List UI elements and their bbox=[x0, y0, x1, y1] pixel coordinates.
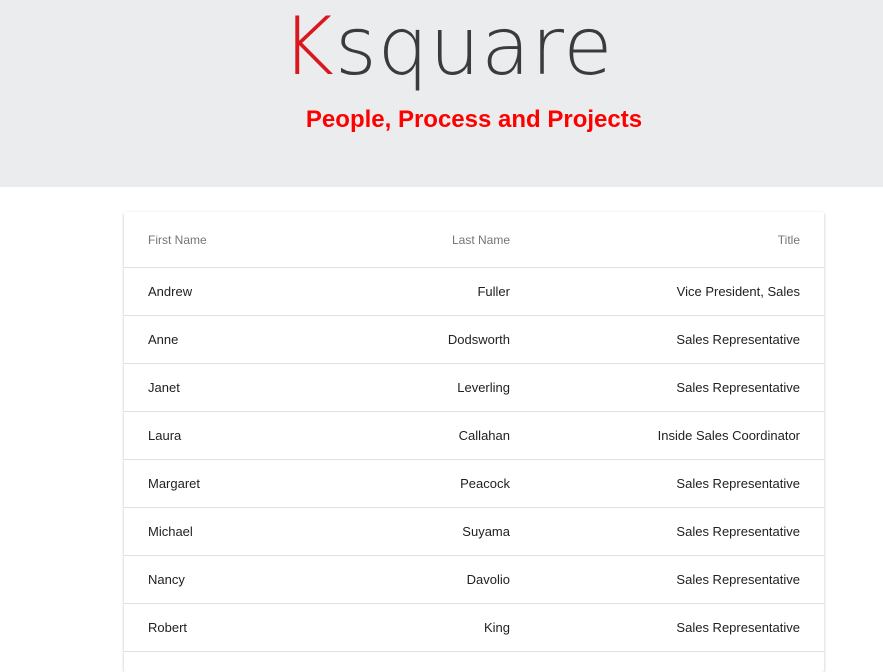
logo-wordmark: square bbox=[334, 0, 614, 93]
table-row[interactable]: Margaret Peacock Sales Representative bbox=[124, 459, 824, 508]
ksquare-logo: Ksquare bbox=[0, 2, 883, 92]
cell-last-name: Dodsworth bbox=[348, 315, 510, 364]
cell-last-name: King bbox=[348, 603, 510, 652]
cell-title: Sales Representative bbox=[510, 603, 824, 652]
cell-first-name: Michael bbox=[124, 507, 348, 556]
cell-title: Sales Representative bbox=[510, 315, 824, 364]
cell-title: Sales Representative bbox=[510, 363, 824, 412]
table-row[interactable]: Andrew Fuller Vice President, Sales bbox=[124, 267, 824, 316]
cell-first-name: Margaret bbox=[124, 459, 348, 508]
table-row[interactable]: Laura Callahan Inside Sales Coordinator bbox=[124, 411, 824, 460]
cell-last-name: Callahan bbox=[348, 411, 510, 460]
cell-last-name: Leverling bbox=[348, 363, 510, 412]
cell-title: Sales Representative bbox=[510, 555, 824, 604]
table-row[interactable]: Robert King Sales Representative bbox=[124, 603, 824, 652]
table-row[interactable]: Michael Suyama Sales Representative bbox=[124, 507, 824, 556]
table-row[interactable]: Nancy Davolio Sales Representative bbox=[124, 555, 824, 604]
cell-first-name: Andrew bbox=[124, 267, 348, 316]
table-row[interactable]: Janet Leverling Sales Representative bbox=[124, 363, 824, 412]
cell-last-name: Fuller bbox=[348, 267, 510, 316]
cell-first-name: Laura bbox=[124, 411, 348, 460]
logo-letter-k: K bbox=[281, 0, 335, 93]
employee-table-card: First Name Last Name Title Andrew Fuller… bbox=[124, 212, 824, 672]
cell-last-name: Peacock bbox=[348, 459, 510, 508]
column-header-title[interactable]: Title bbox=[510, 212, 824, 268]
table-row[interactable]: Anne Dodsworth Sales Representative bbox=[124, 315, 824, 364]
cell-title: Inside Sales Coordinator bbox=[510, 411, 824, 460]
employee-table: First Name Last Name Title Andrew Fuller… bbox=[124, 212, 824, 652]
cell-first-name: Janet bbox=[124, 363, 348, 412]
page-header: Ksquare People, Process and Projects bbox=[0, 0, 883, 187]
cell-last-name: Suyama bbox=[348, 507, 510, 556]
cell-title: Sales Representative bbox=[510, 507, 824, 556]
column-header-first-name[interactable]: First Name bbox=[124, 212, 348, 268]
tagline: People, Process and Projects bbox=[305, 106, 643, 133]
cell-first-name: Nancy bbox=[124, 555, 348, 604]
cell-last-name: Davolio bbox=[348, 555, 510, 604]
cell-first-name: Anne bbox=[124, 315, 348, 364]
cell-title: Vice President, Sales bbox=[510, 267, 824, 316]
cell-title: Sales Representative bbox=[510, 459, 824, 508]
cell-first-name: Robert bbox=[124, 603, 348, 652]
column-header-last-name[interactable]: Last Name bbox=[348, 212, 510, 268]
table-header-row: First Name Last Name Title bbox=[124, 212, 824, 268]
